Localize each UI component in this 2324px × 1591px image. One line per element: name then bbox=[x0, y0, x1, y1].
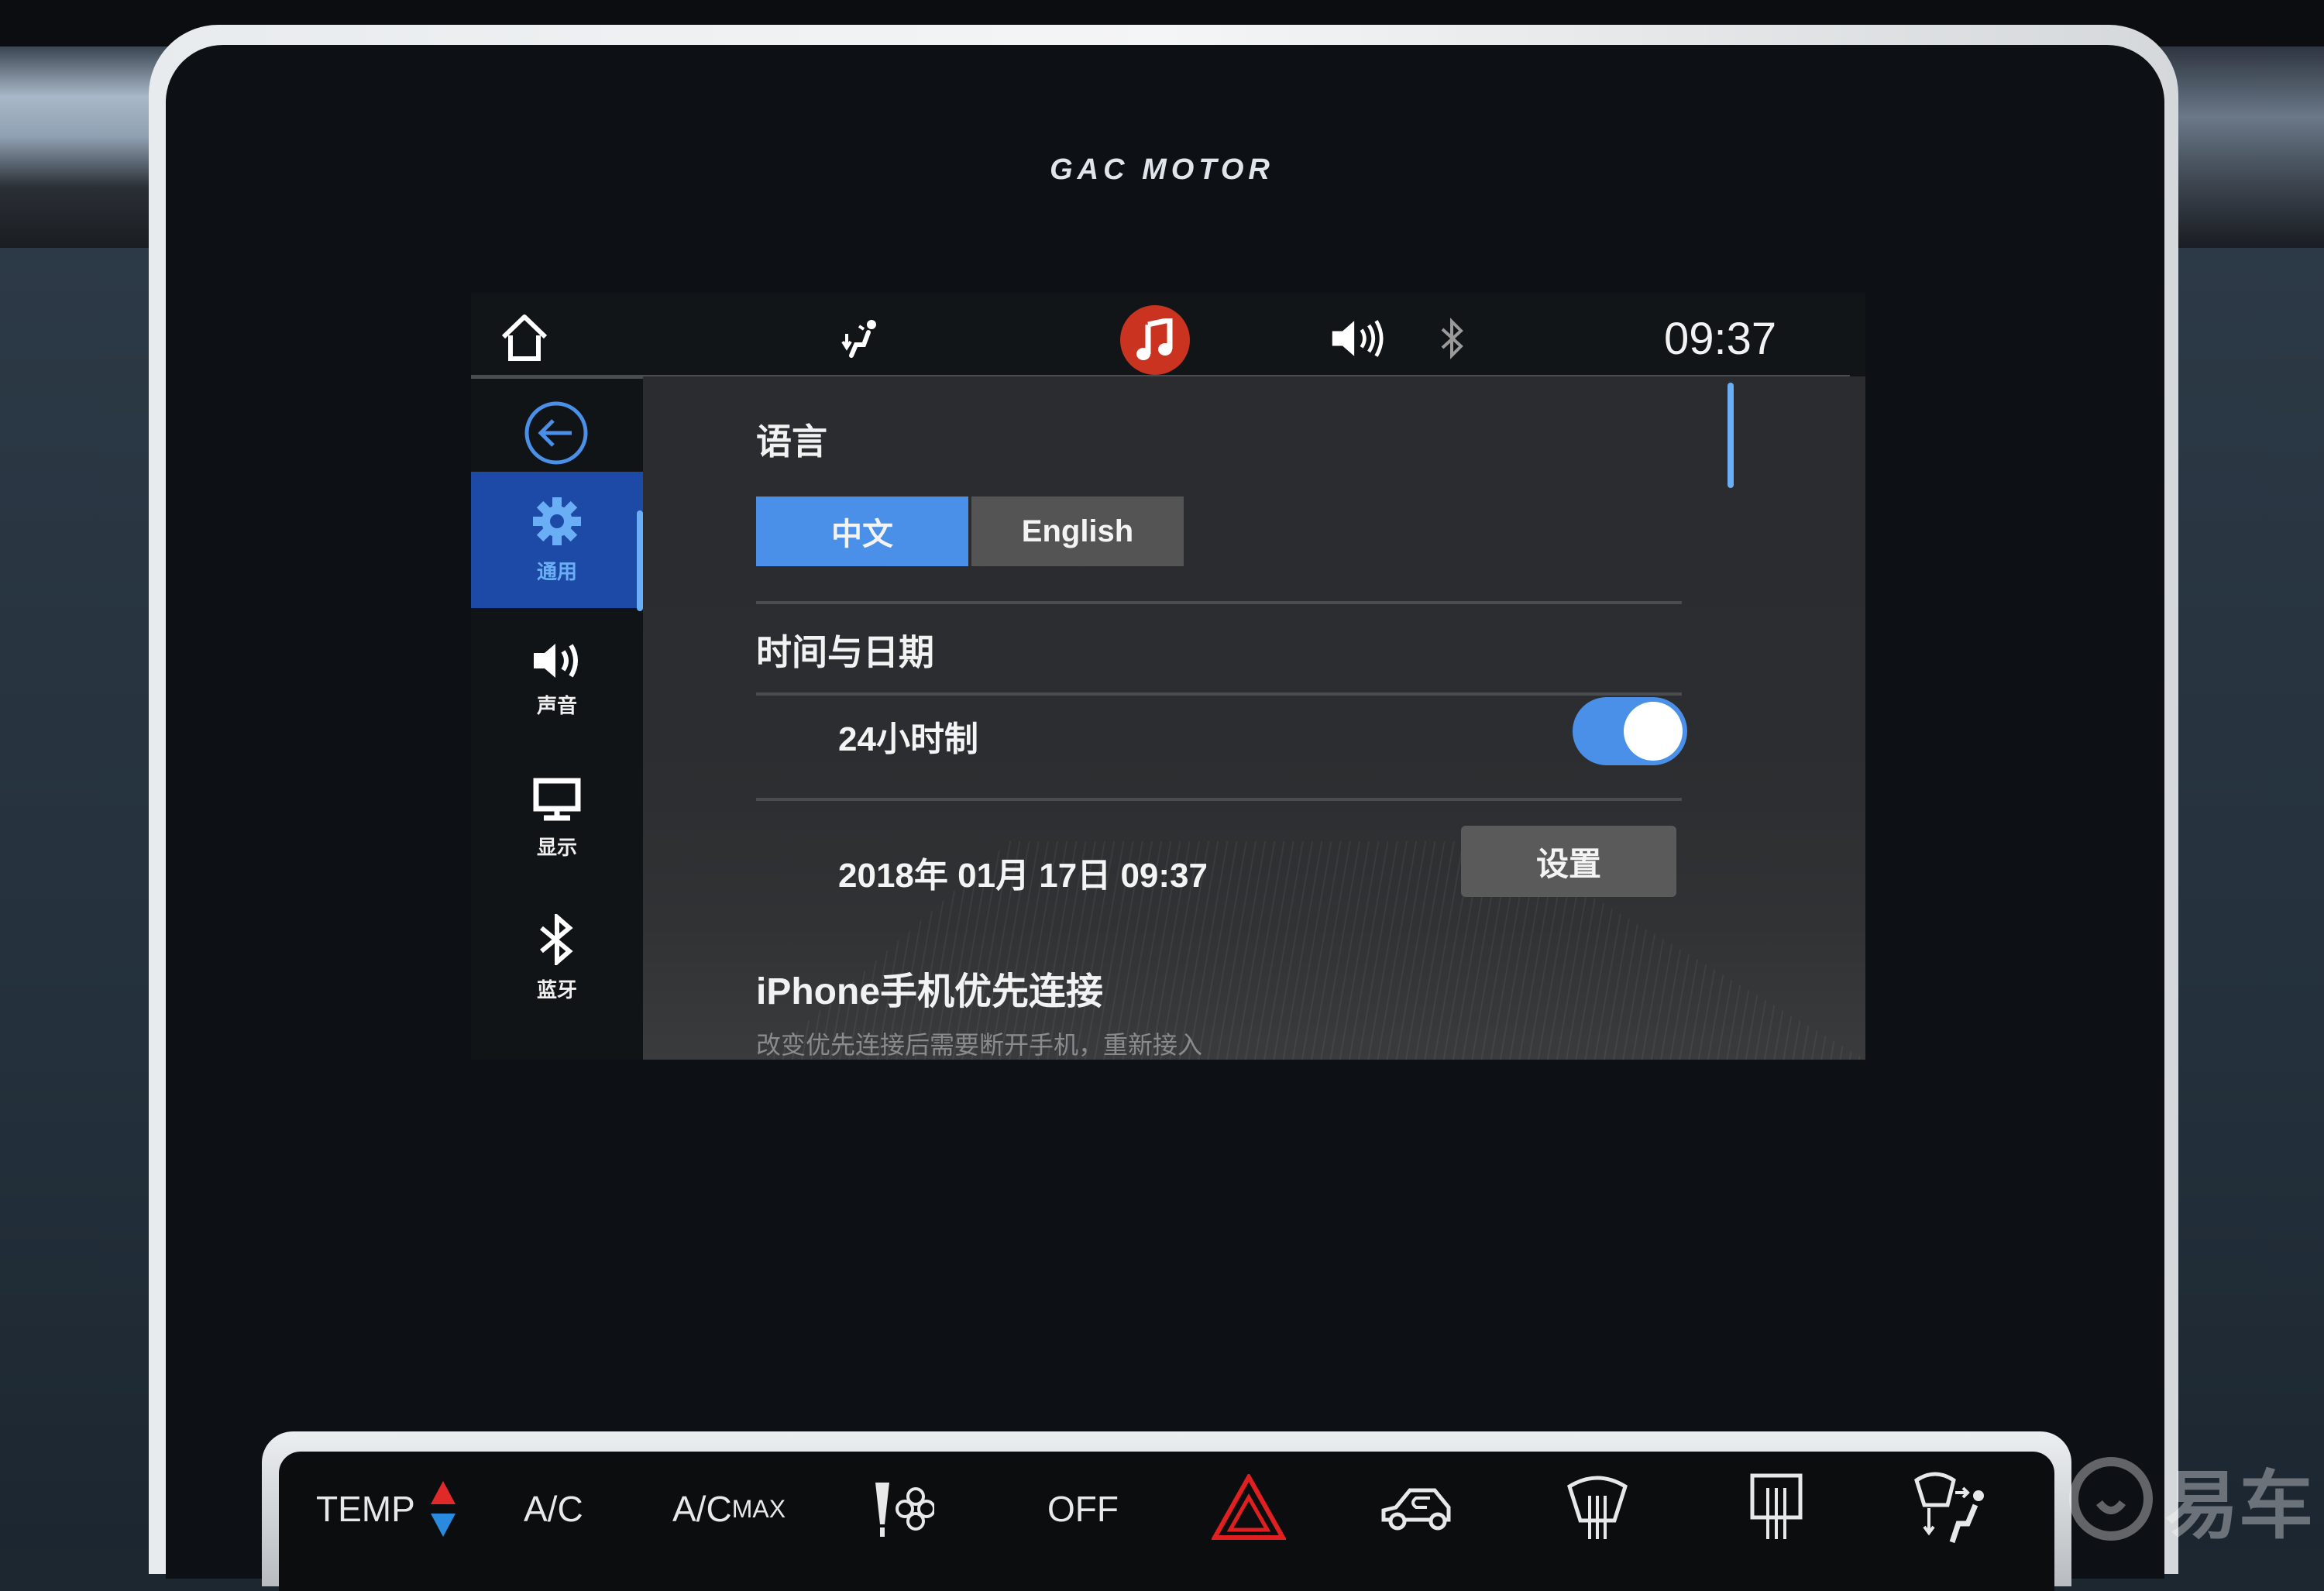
sidebar-item-display[interactable]: 显示 bbox=[471, 751, 643, 887]
sidebar-item-bluetooth[interactable]: 蓝牙 bbox=[471, 890, 643, 1026]
language-option-english[interactable]: English bbox=[968, 497, 1184, 566]
ac-max-suffix: MAX bbox=[731, 1494, 786, 1523]
top-status-bar: 09:37 bbox=[471, 293, 1865, 376]
current-datetime: 2018年 01月 17日 09:37 bbox=[838, 857, 1208, 895]
recirculation-icon bbox=[1381, 1488, 1451, 1531]
set-datetime-button[interactable]: 设置 bbox=[1461, 826, 1676, 897]
sidebar-item-label: 通用 bbox=[536, 559, 577, 583]
24h-format-label: 24小时制 bbox=[838, 720, 978, 758]
climate-off-button[interactable]: OFF bbox=[1047, 1478, 1119, 1540]
ac-button[interactable]: A/C bbox=[524, 1478, 583, 1540]
temp-up-down-icon bbox=[430, 1481, 456, 1537]
monitor-icon bbox=[533, 778, 581, 820]
brand-logo: GAC MOTOR bbox=[1050, 153, 1274, 186]
front-defrost-button[interactable] bbox=[1565, 1470, 1630, 1545]
windshield-airflow-button[interactable] bbox=[1913, 1467, 1991, 1552]
language-option-chinese[interactable]: 中文 bbox=[756, 497, 968, 566]
toggle-knob bbox=[1624, 702, 1683, 761]
gear-icon bbox=[533, 497, 581, 545]
rear-defrost-button[interactable] bbox=[1749, 1470, 1803, 1545]
sidebar-item-general[interactable]: 通用 bbox=[471, 472, 643, 608]
language-selector: 中文 English bbox=[756, 497, 1184, 566]
iphone-priority-description: 改变优先连接后需要断开手机，重新接入 bbox=[756, 1031, 1203, 1059]
watermark-text: 易车 bbox=[2164, 1464, 2313, 1548]
fan-speed-button[interactable] bbox=[872, 1478, 934, 1540]
back-button[interactable] bbox=[524, 400, 589, 466]
sidebar-active-indicator bbox=[637, 510, 643, 611]
watermark-logo-icon bbox=[2069, 1457, 2153, 1541]
back-arrow-icon bbox=[524, 401, 588, 465]
seat-airflow-icon[interactable] bbox=[835, 311, 889, 366]
bluetooth-icon[interactable] bbox=[1425, 311, 1480, 366]
ac-max-label: A/C bbox=[672, 1489, 732, 1529]
music-icon bbox=[1136, 318, 1173, 360]
volume-icon[interactable] bbox=[1329, 311, 1384, 366]
speaker-icon bbox=[534, 643, 578, 678]
music-button[interactable] bbox=[1120, 305, 1190, 375]
fan-speed-icon bbox=[875, 1483, 934, 1537]
climate-control-bar: TEMP A/C A/C MAX OFF bbox=[279, 1452, 2054, 1591]
settings-sidebar: 通用 声音 显示 蓝牙 bbox=[471, 379, 643, 1060]
divider bbox=[756, 692, 1682, 696]
home-icon[interactable] bbox=[497, 311, 552, 366]
watermark: 易车 bbox=[2068, 1448, 2324, 1549]
hazard-icon bbox=[1212, 1474, 1286, 1540]
time-date-title: 时间与日期 bbox=[756, 632, 934, 672]
windshield-airflow-icon bbox=[1914, 1472, 1984, 1544]
sidebar-item-sound[interactable]: 声音 bbox=[471, 611, 643, 747]
sidebar-item-label: 显示 bbox=[536, 835, 577, 859]
infotainment-screen: 09:37 通用 声音 显示 蓝牙 语言 中文 English 时间与日期 24… bbox=[471, 293, 1865, 1060]
24h-format-toggle[interactable] bbox=[1573, 697, 1687, 765]
clock: 09:37 bbox=[1664, 314, 1777, 364]
hazard-button[interactable] bbox=[1212, 1469, 1286, 1546]
divider bbox=[756, 601, 1682, 604]
temp-label: TEMP bbox=[316, 1489, 415, 1529]
iphone-priority-title[interactable]: iPhone手机优先连接 bbox=[756, 960, 1103, 1015]
temp-button[interactable]: TEMP bbox=[316, 1478, 459, 1540]
recirculation-button[interactable] bbox=[1379, 1478, 1456, 1540]
bluetooth-icon bbox=[540, 913, 573, 965]
settings-content: 语言 中文 English 时间与日期 24小时制 2018年 01月 17日 … bbox=[643, 376, 1865, 1060]
rear-defrost-icon bbox=[1750, 1473, 1803, 1539]
sidebar-item-label: 声音 bbox=[536, 693, 577, 717]
sidebar-item-label: 蓝牙 bbox=[536, 978, 577, 1002]
ac-max-button[interactable]: A/C MAX bbox=[672, 1478, 786, 1540]
front-defrost-icon bbox=[1567, 1476, 1628, 1539]
divider bbox=[756, 798, 1682, 801]
scrollbar[interactable] bbox=[1728, 383, 1734, 488]
language-title: 语言 bbox=[756, 421, 827, 462]
